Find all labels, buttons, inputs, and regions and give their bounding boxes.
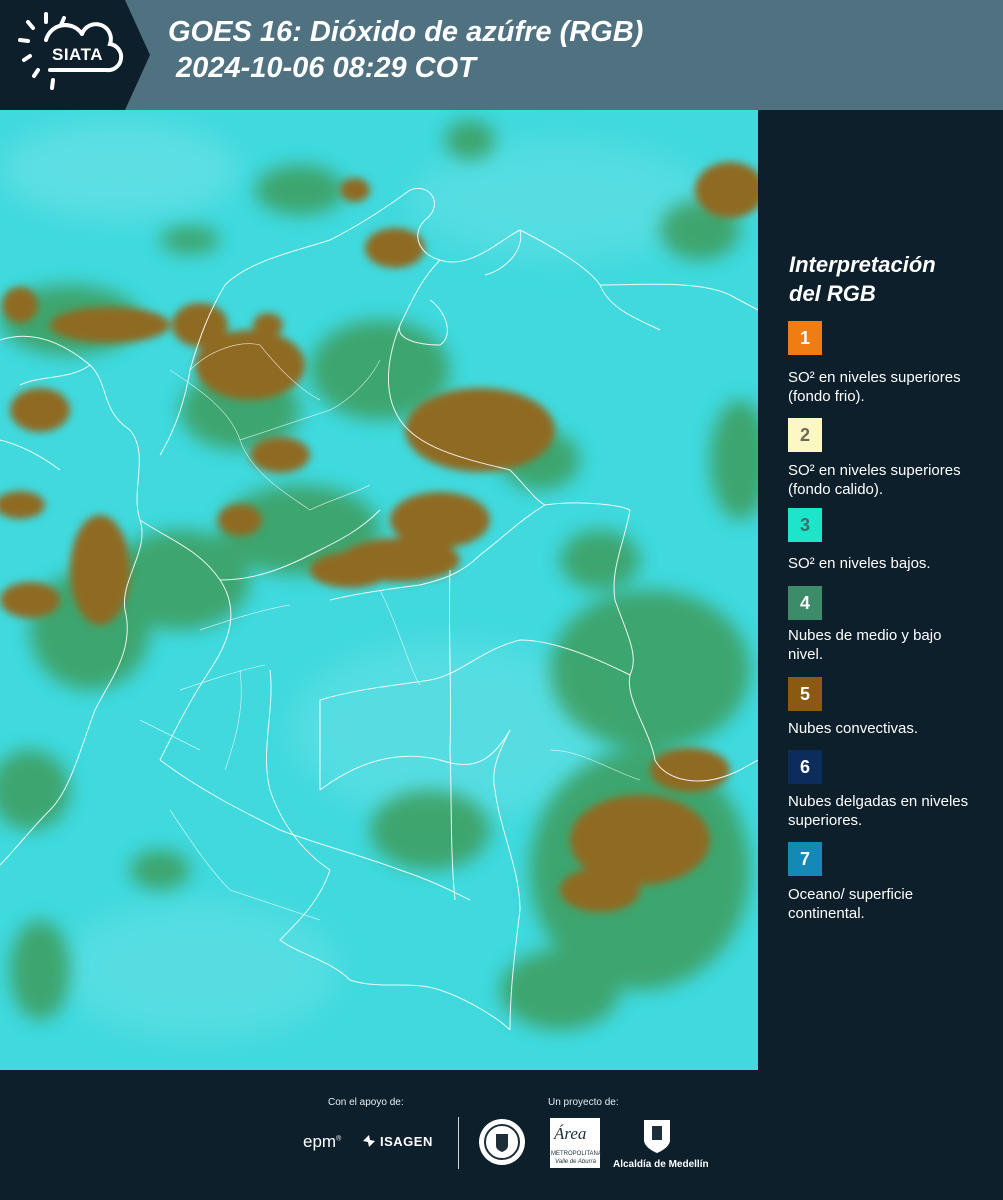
title-line-2: 2024-10-06 08:29 COT (168, 52, 476, 84)
legend-label-6: Nubes delgadas en niveles superiores. (788, 793, 969, 829)
legend-number-6: 6 (799, 756, 810, 777)
legend-title: Interpretación del RGB (789, 250, 989, 308)
epm-logo: epm® (303, 1132, 342, 1151)
legend-swatch-5: 5 (788, 677, 822, 711)
footer-divider (458, 1117, 459, 1169)
legend-number-5: 5 (799, 683, 810, 704)
legend-title-line-1: Interpretación (789, 252, 936, 277)
area-metropolitana-logo: Área METROPOLITANA Valle de Aburrá (550, 1118, 602, 1168)
legend-swatch-2: 2 (788, 418, 822, 452)
legend-swatch-1: 1 (788, 321, 822, 355)
legend-number-1: 1 (799, 327, 810, 348)
legend-label-3: SO² en niveles bajos. (788, 555, 931, 572)
metro-label: METROPOLITANA (551, 1151, 602, 1157)
legend-swatch-7: 7 (788, 842, 822, 876)
legend-swatch-6: 6 (788, 750, 822, 784)
footer: Con el apoyo de: Un proyecto de: epm® IS… (0, 1070, 1003, 1200)
legend-number-3: 3 (799, 514, 810, 535)
siata-logo-text: SIATA (52, 45, 103, 64)
satellite-imagery (0, 110, 758, 1070)
isagen-logo-icon (362, 1134, 376, 1148)
legend-label-2: SO² en niveles superiores (fondo calido)… (788, 462, 961, 498)
legend-panel: Interpretación del RGB 1 SO² en niveles s… (758, 110, 1003, 1070)
legend-swatch-4: 4 (788, 586, 822, 620)
legend-title-line-2: del RGB (789, 281, 876, 306)
alcaldia-shield-icon (642, 1118, 672, 1154)
support-label: Con el apoyo de: (328, 1097, 404, 1108)
medellin-seal-icon (478, 1118, 526, 1166)
valle-label: Valle de Aburrá (555, 1159, 596, 1165)
alcaldia-label: Alcaldía de Medellín (613, 1159, 709, 1170)
legend-number-4: 4 (799, 592, 810, 613)
legend-label-1: SO² en niveles superiores (fondo frio). (788, 369, 961, 405)
legend-label-5: Nubes convectivas. (788, 720, 919, 737)
area-label: Área (554, 1124, 587, 1143)
title-line-1: GOES 16: Dióxido de azúfre (RGB) (168, 16, 644, 48)
legend-number-7: 7 (799, 848, 810, 869)
legend-label-4: Nubes de medio y bajo nivel. (788, 627, 942, 663)
satellite-map[interactable] (0, 110, 758, 1070)
project-label: Un proyecto de: (548, 1097, 619, 1108)
page-title: GOES 16: Dióxido de azúfre (RGB) 2024-10… (168, 14, 643, 86)
legend-swatch-3: 3 (788, 508, 822, 542)
legend-number-2: 2 (799, 424, 810, 445)
isagen-logo: ISAGEN (380, 1134, 433, 1149)
legend-label-7: Oceano/ superficie continental. (788, 886, 914, 922)
header-bar: SIATA GOES 16: Dióxido de azúfre (RGB) 2… (0, 0, 1003, 110)
